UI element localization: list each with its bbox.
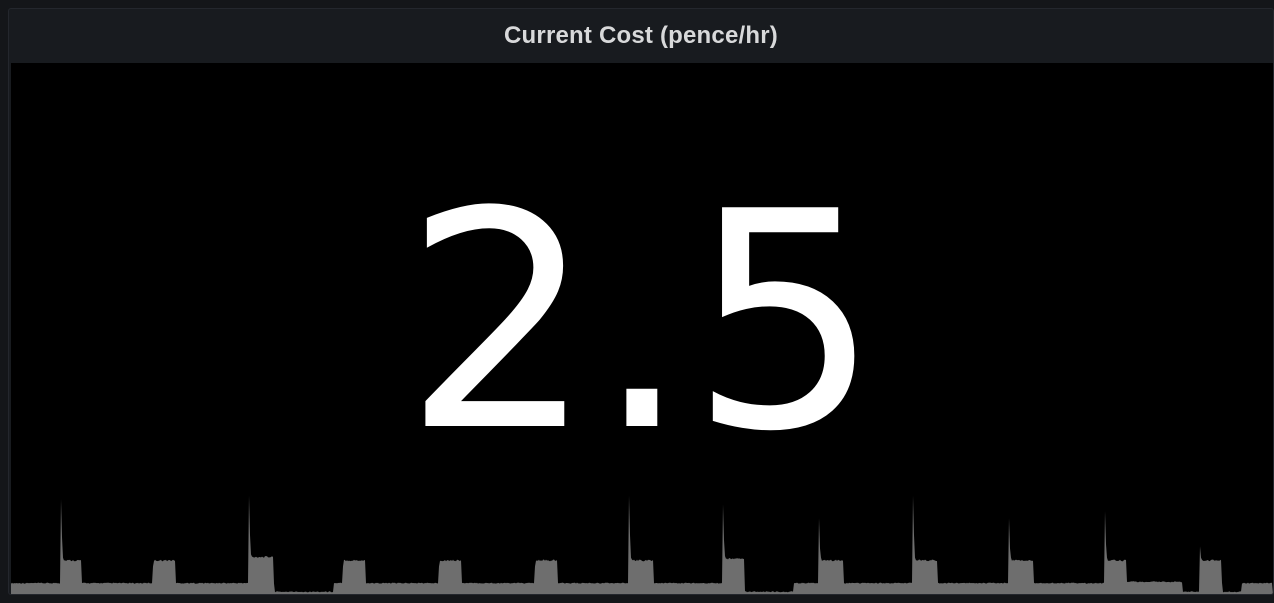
panel-header[interactable]: Current Cost (pence/hr) [9,9,1273,63]
panel-title: Current Cost (pence/hr) [504,22,778,49]
stat-value: 2.5 [403,148,881,497]
sparkline-area [11,495,1273,594]
stat-panel: Current Cost (pence/hr) 2.5 [8,8,1274,595]
panel-body: 2.5 [11,63,1273,594]
